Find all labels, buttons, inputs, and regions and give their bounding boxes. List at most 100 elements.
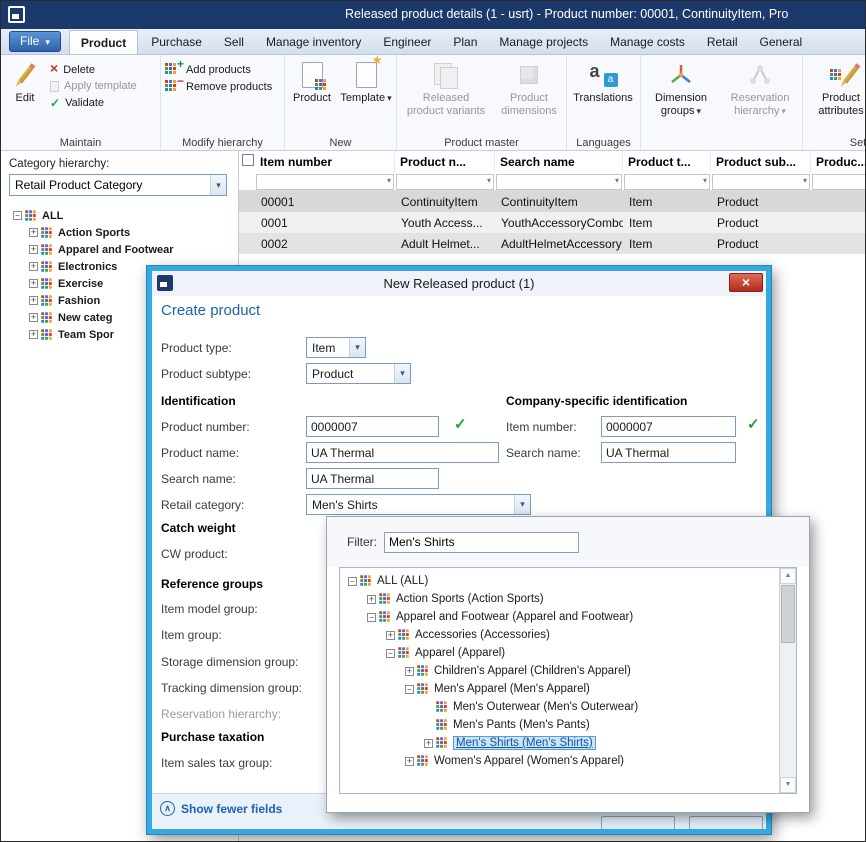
table-cell: YouthAccessoryComboS [495, 216, 623, 230]
column-filter-input[interactable] [712, 174, 810, 190]
apply-template-button[interactable]: Apply template [50, 80, 137, 92]
grid-column-header[interactable]: Product t... [623, 151, 711, 173]
tree-item[interactable]: Women's Apparel (Women's Apparel) [342, 752, 778, 770]
new-product-button[interactable]: Product [289, 58, 335, 135]
tree-item[interactable]: Action Sports (Action Sports) [342, 590, 778, 608]
product-number-input[interactable] [306, 416, 439, 437]
product-type-select[interactable]: Item [306, 337, 366, 358]
tree-item[interactable]: Apparel (Apparel) [342, 644, 778, 662]
dimension-groups-button[interactable]: Dimension groups [645, 58, 717, 135]
item-number-label: Item number: [506, 420, 577, 434]
product-name-input[interactable] [306, 442, 499, 463]
tab-manage-costs[interactable]: Manage costs [599, 29, 696, 54]
tree-item-label: Fashion [58, 295, 100, 307]
tab-retail[interactable]: Retail [696, 29, 749, 54]
vertical-scrollbar[interactable] [779, 568, 796, 793]
select-all-checkbox[interactable] [242, 154, 254, 166]
product-dimensions-button[interactable]: Product dimensions [496, 58, 562, 135]
category-hierarchy-dropdown[interactable]: Retail Product Category [9, 174, 227, 196]
ribbon-group-modify-hierarchy: Add products Remove products Modify hier… [161, 55, 285, 150]
tree-item[interactable]: ALL (ALL) [342, 572, 778, 590]
tree-item[interactable]: Children's Apparel (Children's Apparel) [342, 662, 778, 680]
expand-icon[interactable] [405, 667, 414, 676]
show-fewer-fields-button[interactable]: Show fewer fields [160, 801, 282, 816]
company-search-name-input[interactable] [601, 442, 736, 463]
edit-button[interactable]: Edit [5, 58, 45, 135]
tree-item[interactable]: Apparel and Footwear (Apparel and Footwe… [342, 608, 778, 626]
ok-button-partial[interactable] [601, 816, 675, 829]
released-product-variants-label: Released product variants [403, 92, 489, 117]
expand-icon[interactable] [29, 296, 38, 305]
collapse-icon[interactable] [13, 211, 22, 220]
tree-item[interactable]: Accessories (Accessories) [342, 626, 778, 644]
column-filter-input[interactable] [624, 174, 710, 190]
tab-general[interactable]: General [749, 29, 814, 54]
tab-engineer[interactable]: Engineer [372, 29, 442, 54]
expand-icon[interactable] [29, 262, 38, 271]
filter-input[interactable] [384, 532, 579, 553]
grid-column-header[interactable]: Search name [495, 151, 623, 173]
column-filter-input[interactable] [396, 174, 494, 190]
expand-icon[interactable] [424, 739, 433, 748]
file-menu-button[interactable]: File [9, 31, 61, 52]
tree-item[interactable]: ALL [9, 207, 230, 224]
expand-icon[interactable] [386, 631, 395, 640]
new-template-button[interactable]: Template [340, 58, 392, 135]
cancel-button-partial[interactable] [689, 816, 763, 829]
table-row[interactable]: 0001Youth Access...YouthAccessoryComboSI… [239, 212, 865, 233]
table-row[interactable]: 0002Adult Helmet...AdultHelmetAccessoryI… [239, 233, 865, 254]
grid-column-header[interactable]: Product n... [395, 151, 495, 173]
scroll-down-icon[interactable] [780, 777, 796, 793]
collapse-icon[interactable] [386, 649, 395, 658]
column-filter-input[interactable] [496, 174, 622, 190]
expand-icon[interactable] [367, 595, 376, 604]
tree-item[interactable]: Men's Pants (Men's Pants) [342, 716, 778, 734]
product-subtype-select[interactable]: Product [306, 363, 411, 384]
expand-icon[interactable] [29, 245, 38, 254]
collapse-icon[interactable] [367, 613, 376, 622]
delete-button-label: Delete [63, 64, 95, 76]
category-icon [379, 593, 390, 604]
tab-manage-projects[interactable]: Manage projects [488, 29, 599, 54]
product-attributes-button[interactable]: Product attributes [807, 58, 865, 135]
tab-plan[interactable]: Plan [442, 29, 488, 54]
expand-icon[interactable] [29, 279, 38, 288]
grid-column-header[interactable]: Item number [255, 151, 395, 173]
table-cell: ContinuityItem [395, 195, 495, 209]
table-row[interactable]: 00001ContinuityItemContinuityItemItemPro… [239, 191, 865, 212]
tree-item[interactable]: Men's Apparel (Men's Apparel) [342, 680, 778, 698]
table-cell: Product [711, 195, 811, 209]
reservation-hierarchy-button[interactable]: Reservation hierarchy [722, 58, 798, 135]
tree-item[interactable]: Apparel and Footwear [9, 241, 230, 258]
expand-icon[interactable] [29, 330, 38, 339]
column-filter-input[interactable] [256, 174, 394, 190]
category-icon [398, 629, 409, 640]
tree-item[interactable]: Men's Outerwear (Men's Outerwear) [342, 698, 778, 716]
collapse-icon[interactable] [348, 577, 357, 586]
delete-button[interactable]: Delete [50, 63, 137, 76]
category-grid-icon [165, 80, 177, 92]
translations-button[interactable]: Translations [571, 58, 635, 135]
grid-column-header[interactable]: Produc... [811, 151, 865, 173]
tab-purchase[interactable]: Purchase [140, 29, 213, 54]
expand-icon[interactable] [29, 313, 38, 322]
scroll-up-icon[interactable] [780, 568, 796, 584]
remove-products-button[interactable]: Remove products [165, 80, 272, 93]
grid-column-header[interactable]: Product sub... [711, 151, 811, 173]
tab-product[interactable]: Product [69, 30, 138, 54]
scrollbar-thumb[interactable] [781, 585, 795, 643]
column-filter-input[interactable] [812, 174, 865, 190]
tab-manage-inventory[interactable]: Manage inventory [255, 29, 372, 54]
collapse-icon[interactable] [405, 685, 414, 694]
search-name-input[interactable] [306, 468, 439, 489]
tab-sell[interactable]: Sell [213, 29, 255, 54]
retail-category-combo[interactable]: Men's Shirts [306, 494, 531, 515]
tree-item[interactable]: Men's Shirts (Men's Shirts) [342, 734, 778, 752]
tree-item[interactable]: Action Sports [9, 224, 230, 241]
item-number-input[interactable] [601, 416, 736, 437]
close-button[interactable] [729, 273, 763, 292]
expand-icon[interactable] [29, 228, 38, 237]
validate-button[interactable]: Validate [50, 96, 137, 110]
expand-icon[interactable] [405, 757, 414, 766]
released-product-variants-button[interactable]: Released product variants [401, 58, 491, 135]
